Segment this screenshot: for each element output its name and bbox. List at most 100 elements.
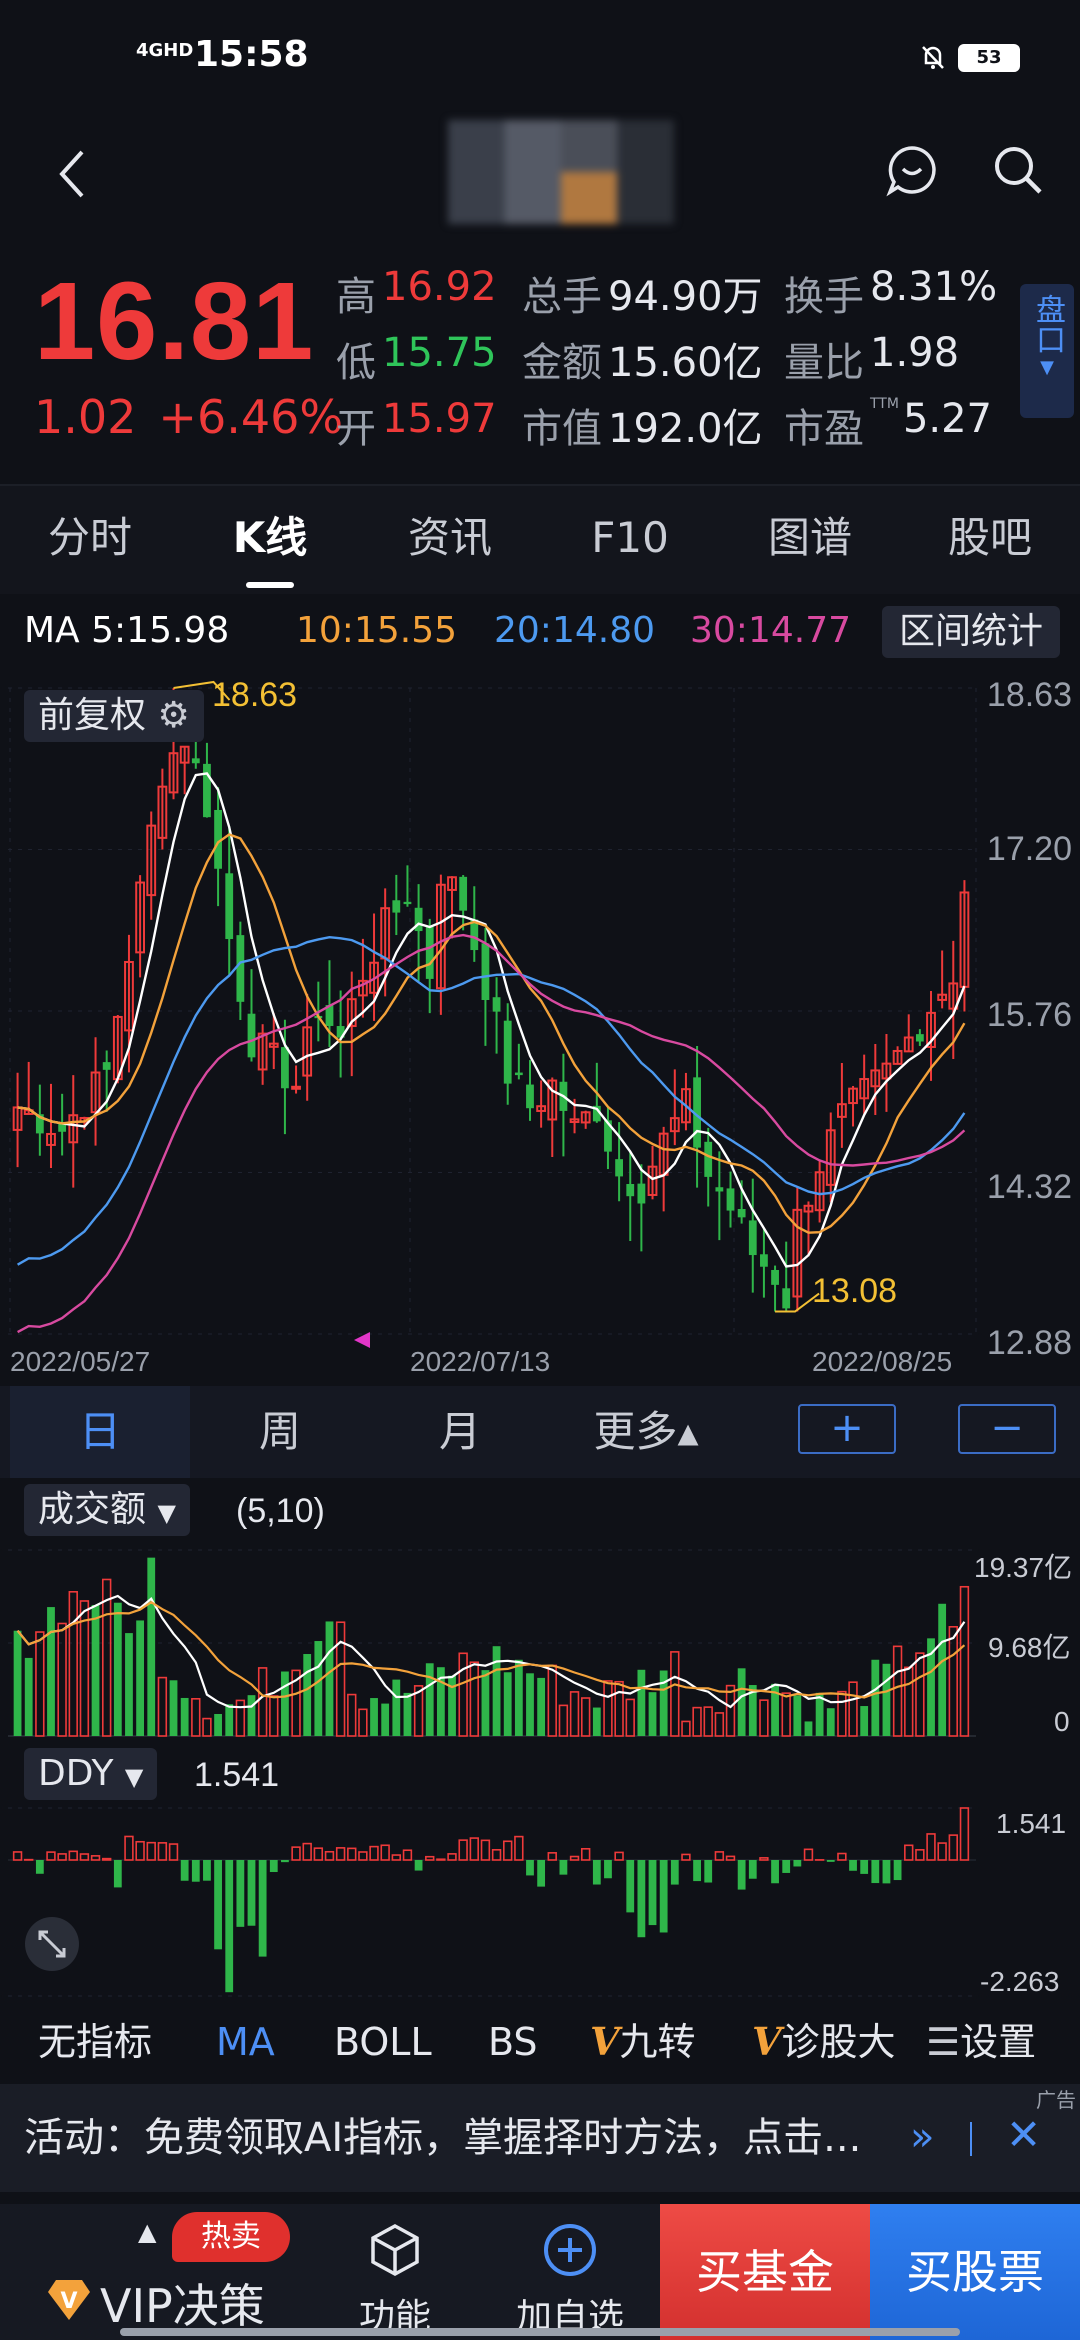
add-watchlist-button[interactable]: 加自选 bbox=[500, 2204, 640, 2340]
candle-body-down bbox=[704, 1141, 713, 1177]
tab-item[interactable]: F10 bbox=[540, 486, 720, 594]
candle-body-down bbox=[637, 1183, 646, 1204]
function-button[interactable]: 功能 bbox=[340, 2204, 450, 2340]
zoom-in-button[interactable]: + bbox=[798, 1404, 896, 1454]
divider bbox=[970, 2122, 972, 2156]
stat-value: 16.92 bbox=[382, 264, 497, 310]
volume-tick: 0 bbox=[1054, 1706, 1070, 1737]
indicator-jiuzhuan[interactable]: V九转 bbox=[590, 2002, 696, 2082]
volume-bar-up bbox=[547, 1664, 557, 1737]
period-more[interactable]: 更多▴ bbox=[556, 1386, 736, 1478]
indicator-bs[interactable]: BS bbox=[488, 2002, 538, 2082]
candle-body-down bbox=[392, 900, 401, 913]
volume-bar-up bbox=[101, 1578, 112, 1737]
indicator-diagnose[interactable]: V诊股大 bbox=[752, 2002, 896, 2082]
volume-bar-up bbox=[580, 1697, 591, 1737]
quote-stat: 量比 1.98 bbox=[784, 330, 1012, 388]
tab-item[interactable]: 分时 bbox=[0, 486, 180, 594]
v-badge-icon: V bbox=[752, 2019, 782, 2064]
close-icon[interactable]: ✕ bbox=[1006, 2110, 1041, 2159]
quote-panel: 16.81 1.02 +6.46% 高 16.92 总手 94.90万 换手 8.31% 低 1… bbox=[0, 240, 1080, 466]
vip-decision-button[interactable]: ▲ 热卖 V VIP决策 bbox=[30, 2204, 290, 2340]
back-arrow-icon[interactable] bbox=[52, 144, 92, 204]
volume-bar-down bbox=[24, 1657, 33, 1736]
buy-fund-button[interactable]: 买基金 bbox=[660, 2204, 870, 2340]
ddy-bar-down bbox=[537, 1860, 546, 1887]
volume-bar-up bbox=[781, 1692, 791, 1737]
quote-stat: 金额 15.60亿 bbox=[522, 330, 784, 388]
activity-banner[interactable]: 活动：免费领取AI指标，掌握择时方法，点击... 广告 » ✕ bbox=[0, 2084, 1080, 2192]
ddy-bar-up bbox=[904, 1844, 914, 1861]
volume-bar-up bbox=[714, 1712, 725, 1737]
stat-label: 开 bbox=[336, 406, 376, 452]
ddy-bar-down bbox=[236, 1860, 245, 1927]
ttm-superscript: TTM bbox=[870, 396, 899, 412]
candle-body-down bbox=[615, 1159, 624, 1177]
tab-item[interactable]: 资讯 bbox=[360, 486, 540, 594]
indicator-none[interactable]: 无指标 bbox=[38, 2002, 152, 2082]
volume-bar-up bbox=[35, 1631, 45, 1737]
stat-value: 192.0亿 bbox=[608, 406, 763, 452]
volume-bar-down bbox=[13, 1630, 22, 1736]
expand-icon[interactable] bbox=[24, 1916, 80, 1972]
volume-bar-up bbox=[692, 1706, 702, 1737]
tab-item[interactable]: 图谱 bbox=[720, 486, 900, 594]
quote-stat: 市盈 TTM 5.27 bbox=[784, 396, 1012, 454]
ddy-bar-down bbox=[793, 1860, 802, 1867]
ddy-bar-down bbox=[849, 1860, 857, 1871]
ddy-bar-down bbox=[214, 1860, 222, 1950]
ddy-bar-up bbox=[425, 1855, 435, 1861]
zoom-out-button[interactable]: − bbox=[958, 1404, 1056, 1454]
ddy-bar-up bbox=[725, 1855, 736, 1861]
volume-bar-down bbox=[125, 1633, 133, 1736]
ma5-value: MA 5:15.98 bbox=[24, 610, 230, 651]
volume-chart[interactable] bbox=[0, 1540, 1080, 1740]
volume-bar-down bbox=[314, 1641, 323, 1736]
indicator-ma[interactable]: MA bbox=[216, 2002, 275, 2082]
ddy-bar-down bbox=[225, 1860, 234, 1993]
settings-button[interactable]: ☰设置 bbox=[926, 2002, 1036, 2082]
caret-down-icon: ▼ bbox=[157, 1499, 176, 1527]
volume-bar-down bbox=[91, 1604, 100, 1736]
tab-item[interactable]: K线 bbox=[180, 486, 360, 594]
buy-stock-button[interactable]: 买股票 bbox=[870, 2204, 1080, 2340]
indicator-jiuzhuan-label: 九转 bbox=[619, 2020, 696, 2064]
stat-value: 5.27 bbox=[902, 396, 992, 442]
volume-bar-up bbox=[625, 1698, 635, 1737]
period-month[interactable]: 月 bbox=[370, 1386, 550, 1478]
vip-label: VIP决策 bbox=[100, 2279, 265, 2333]
volume-bar-up bbox=[915, 1652, 925, 1737]
ddy-chart[interactable] bbox=[0, 1800, 1080, 2000]
ma10-value: 10:15.55 bbox=[296, 610, 457, 651]
volume-selector[interactable]: 成交额 ▼ bbox=[24, 1484, 190, 1536]
candle-body-down bbox=[492, 997, 501, 1012]
tab-item[interactable]: 股吧 bbox=[900, 486, 1080, 594]
stat-value: 15.60亿 bbox=[608, 340, 763, 386]
chat-bubble-icon[interactable] bbox=[884, 142, 940, 198]
search-icon[interactable] bbox=[990, 142, 1046, 198]
stat-label: 总手 bbox=[522, 274, 602, 320]
adjust-selector[interactable]: 前复权 ⚙ bbox=[24, 690, 204, 742]
ddy-bar-up bbox=[101, 1857, 112, 1861]
period-week[interactable]: 周 bbox=[190, 1386, 370, 1478]
ddy-selector[interactable]: DDY ▼ bbox=[24, 1748, 158, 1800]
ddy-bar-up bbox=[714, 1851, 725, 1861]
volume-ma5-line bbox=[16, 1594, 966, 1709]
ddy-value: 1.541 bbox=[194, 1756, 280, 1794]
candlestick-chart[interactable] bbox=[0, 668, 1080, 1384]
indicator-boll[interactable]: BOLL bbox=[334, 2002, 432, 2082]
order-book-button[interactable]: 盘口 ▼ bbox=[1020, 284, 1074, 418]
ddy-tick: 1.541 bbox=[996, 1808, 1067, 1839]
double-chevron-right-icon[interactable]: » bbox=[910, 2114, 934, 2160]
candle-body-down bbox=[425, 926, 434, 979]
range-stats-button[interactable]: 区间统计 bbox=[882, 606, 1060, 658]
period-day[interactable]: 日 bbox=[10, 1386, 190, 1478]
mute-bell-icon bbox=[922, 46, 944, 69]
candle-body-down bbox=[225, 873, 234, 940]
signal-indicator: 4GHD bbox=[136, 40, 194, 61]
plus-circle-icon bbox=[544, 2224, 596, 2276]
volume-bar-down bbox=[247, 1695, 256, 1736]
ddy-bar-down bbox=[592, 1860, 601, 1885]
candle-body-down bbox=[247, 1013, 256, 1058]
volume-bar-down bbox=[514, 1659, 523, 1736]
